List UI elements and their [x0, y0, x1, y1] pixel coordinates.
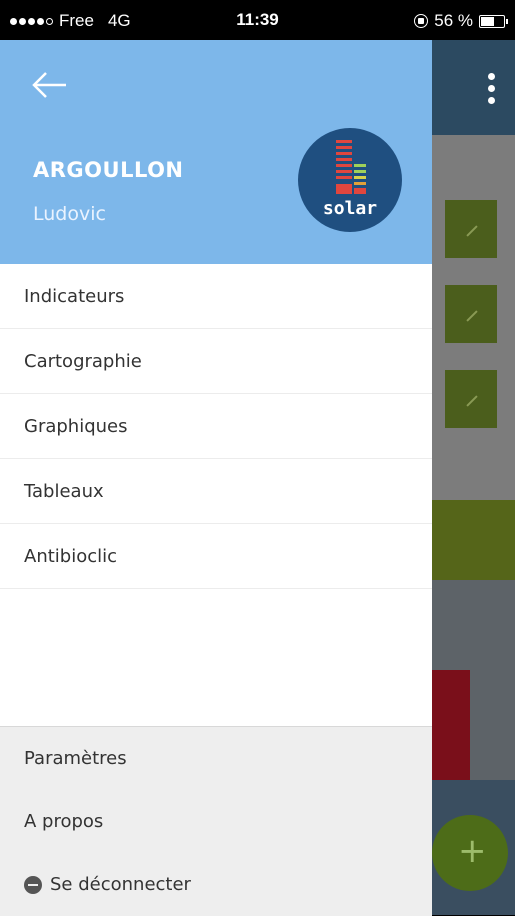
edit-tile-1[interactable] — [445, 200, 497, 258]
user-last-name: ARGOULLON — [33, 158, 184, 182]
battery-icon — [479, 14, 508, 28]
menu-item-cartographie[interactable]: Cartographie — [0, 329, 432, 394]
drawer-header: ARGOULLON Ludovic solar — [0, 40, 432, 264]
menu-item-graphiques[interactable]: Graphiques — [0, 394, 432, 459]
menu-item-label: Cartographie — [24, 350, 142, 372]
footer-item-a-propos[interactable]: A propos — [0, 790, 432, 853]
logo-text: solar — [322, 198, 378, 219]
menu-item-label: Indicateurs — [24, 285, 125, 307]
rotation-lock-icon — [414, 14, 429, 28]
add-button[interactable]: + — [432, 815, 508, 891]
menu-item-tableaux[interactable]: Tableaux — [0, 459, 432, 524]
menu-item-antibioclic[interactable]: Antibioclic — [0, 524, 432, 589]
bar-chart-icon — [336, 140, 366, 194]
status-bar: Free 4G 11:39 56 % — [0, 0, 515, 40]
battery-percent: 56 % — [434, 11, 473, 30]
solar-logo: solar — [298, 128, 402, 232]
navigation-drawer: ARGOULLON Ludovic solar Indicateurs Cart… — [0, 40, 432, 916]
map-highlight-region — [430, 670, 470, 780]
footer-item-label: A propos — [24, 811, 104, 832]
menu-item-label: Graphiques — [24, 415, 128, 437]
user-first-name: Ludovic — [33, 203, 106, 225]
footer-item-parametres[interactable]: Paramètres — [0, 727, 432, 790]
drawer-menu: Indicateurs Cartographie Graphiques Tabl… — [0, 264, 432, 589]
status-right: 56 % — [414, 11, 508, 31]
footer-item-label: Se déconnecter — [50, 874, 191, 895]
edit-tile-3[interactable] — [445, 370, 497, 428]
menu-item-indicateurs[interactable]: Indicateurs — [0, 264, 432, 329]
edit-tile-2[interactable] — [445, 285, 497, 343]
drawer-footer: Paramètres A propos Se déconnecter — [0, 726, 432, 916]
footer-item-label: Paramètres — [24, 748, 127, 769]
menu-item-label: Antibioclic — [24, 545, 118, 567]
back-arrow-icon[interactable] — [30, 70, 70, 100]
menu-item-label: Tableaux — [24, 480, 104, 502]
logout-button[interactable]: Se déconnecter — [0, 853, 432, 916]
logout-icon — [24, 875, 42, 894]
more-options-icon[interactable] — [488, 73, 495, 104]
add-icon: + — [458, 831, 487, 871]
